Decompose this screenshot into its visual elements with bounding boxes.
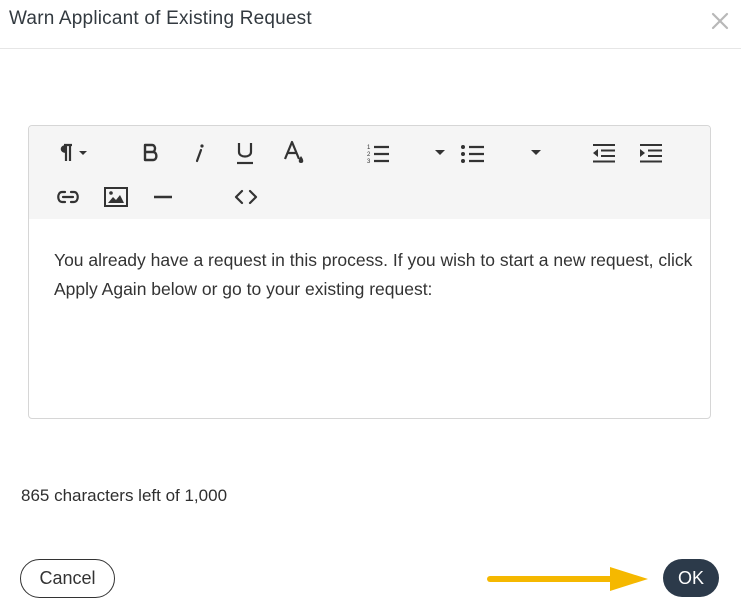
horizontal-rule-icon [152, 194, 174, 200]
close-icon[interactable] [710, 11, 730, 31]
bold-icon [141, 141, 161, 165]
insert-image-button[interactable] [100, 182, 132, 212]
svg-text:1: 1 [367, 145, 371, 151]
insert-link-button[interactable] [53, 182, 83, 212]
bold-button[interactable] [137, 138, 165, 168]
dialog-header: Warn Applicant of Existing Request [0, 0, 741, 49]
indent-icon [638, 141, 664, 165]
pointer-arrow-icon [487, 567, 648, 591]
paragraph-format-button[interactable] [51, 138, 93, 168]
unordered-list-icon [459, 141, 487, 165]
editor-content[interactable]: You already have a request in this proce… [54, 246, 694, 304]
text-color-button[interactable] [279, 138, 309, 168]
horizontal-rule-button[interactable] [149, 182, 177, 212]
pilcrow-icon [52, 141, 92, 165]
ordered-list-dropdown[interactable] [431, 138, 449, 168]
outdent-button[interactable] [589, 138, 619, 168]
svg-text:2: 2 [367, 152, 371, 158]
rich-text-editor[interactable]: 1 2 3 You already have a request in this… [28, 125, 711, 419]
image-icon [103, 186, 129, 208]
cancel-button[interactable]: Cancel [20, 559, 115, 598]
dialog-title: Warn Applicant of Existing Request [9, 8, 312, 29]
code-icon [233, 188, 259, 206]
ok-button[interactable]: OK [663, 559, 719, 597]
unordered-list-dropdown[interactable] [527, 138, 545, 168]
code-view-button[interactable] [231, 182, 261, 212]
svg-text:3: 3 [367, 159, 371, 165]
caret-down-icon [530, 149, 542, 157]
outdent-icon [591, 141, 617, 165]
italic-button[interactable] [186, 138, 212, 168]
ordered-list-icon: 1 2 3 [365, 141, 391, 165]
underline-icon [234, 140, 256, 166]
underline-button[interactable] [231, 138, 259, 168]
indent-button[interactable] [636, 138, 666, 168]
character-count: 865 characters left of 1,000 [21, 486, 228, 505]
italic-icon [191, 141, 207, 165]
ordered-list-button[interactable]: 1 2 3 [363, 138, 393, 168]
caret-down-icon [434, 149, 446, 157]
text-color-icon [281, 139, 307, 167]
editor-toolbar: 1 2 3 [29, 126, 710, 219]
unordered-list-button[interactable] [457, 138, 489, 168]
link-icon [55, 189, 81, 205]
